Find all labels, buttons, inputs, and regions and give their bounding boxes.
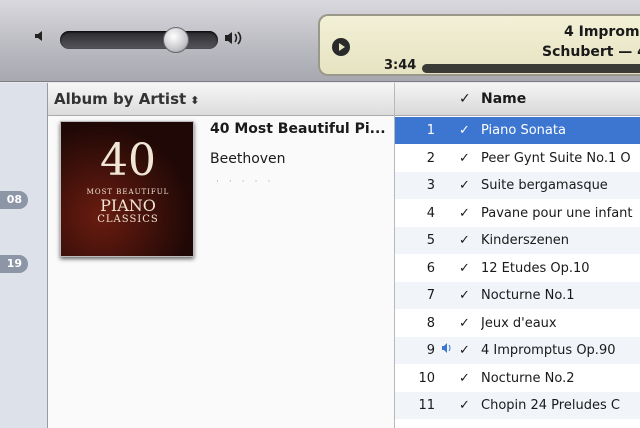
track-name: 4 Impromptus Op.90: [481, 343, 616, 358]
track-name: Piano Sonata: [481, 123, 566, 138]
now-playing-title: 4 Impromp: [564, 24, 640, 40]
track-name: Kinderszenen: [481, 233, 570, 248]
album-title: 40 Most Beautiful Pi...: [210, 121, 386, 137]
track-checkbox[interactable]: ✓: [459, 365, 470, 392]
track-checkbox[interactable]: ✓: [459, 145, 470, 172]
album-artwork[interactable]: 40 MOST BEAUTIFUL PIANO CLASSICS: [60, 121, 194, 257]
track-number: 5: [426, 233, 435, 248]
track-name: Peer Gynt Suite No.1 O: [481, 150, 631, 166]
track-row[interactable]: 8 ✓ Jeux d'eaux: [395, 310, 640, 337]
track-row[interactable]: 2 ✓ Peer Gynt Suite No.1 O: [395, 145, 640, 172]
track-number: 11: [418, 398, 435, 413]
volume-slider[interactable]: [60, 31, 218, 49]
speaker-high-icon: [224, 30, 246, 50]
track-row[interactable]: 1 ✓ Piano Sonata: [395, 117, 640, 144]
track-number: 4: [426, 205, 435, 221]
now-playing-display: 4 Impromp Schubert — 40 3:44: [318, 14, 640, 76]
track-number: 3: [426, 178, 435, 193]
track-name: Pavane pour une infant: [481, 205, 633, 221]
track-checkbox[interactable]: ✓: [459, 392, 470, 419]
name-column-header[interactable]: Name: [481, 83, 526, 116]
track-name: 12 Etudes Op.10: [481, 260, 590, 276]
track-checkbox[interactable]: ✓: [459, 200, 470, 227]
track-name: Chopin 24 Preludes C: [481, 398, 620, 413]
track-number: 10: [418, 370, 435, 386]
speaker-icon: [441, 337, 453, 364]
track-number: 1: [426, 123, 435, 138]
play-icon[interactable]: [332, 38, 350, 56]
track-checkbox[interactable]: ✓: [459, 337, 470, 364]
count-badge: 08: [0, 191, 28, 209]
track-number: 7: [426, 288, 435, 303]
track-row[interactable]: 9 ✓ 4 Impromptus Op.90: [395, 337, 640, 364]
artwork-line2: CLASSICS: [97, 214, 159, 225]
source-list: 08 19: [0, 83, 48, 428]
count-badge: 19: [0, 255, 28, 273]
track-list: ✓ Name 1 ✓ Piano Sonata 2 ✓ Peer Gynt Suite N…: [394, 83, 640, 428]
track-checkbox[interactable]: ✓: [459, 282, 470, 309]
track-checkbox[interactable]: ✓: [459, 255, 470, 282]
track-row[interactable]: 3 ✓ Suite bergamasque: [395, 172, 640, 199]
elapsed-time: 3:44: [384, 58, 417, 73]
track-number: 8: [426, 315, 435, 331]
track-checkbox[interactable]: ✓: [459, 117, 470, 144]
sort-arrows-icon: ⬍: [190, 94, 200, 107]
progress-bar[interactable]: [422, 64, 640, 73]
track-name: Nocturne No.1: [481, 288, 575, 303]
track-name: Nocturne No.2: [481, 370, 575, 386]
track-number: 6: [426, 260, 435, 276]
track-name: Suite bergamasque: [481, 178, 608, 193]
now-playing-artist: Schubert — 40: [542, 44, 640, 60]
track-row[interactable]: 10 ✓ Nocturne No.2: [395, 365, 640, 392]
artwork-number: 40: [100, 135, 156, 186]
speaker-low-icon: [34, 28, 48, 47]
track-checkbox[interactable]: ✓: [459, 227, 470, 254]
track-checkbox[interactable]: ✓: [459, 310, 470, 337]
artwork-subtitle: MOST BEAUTIFUL: [86, 188, 170, 196]
track-name: Jeux d'eaux: [481, 315, 557, 331]
toolbar: 4 Impromp Schubert — 40 3:44: [0, 0, 640, 82]
album-artist: Beethoven: [210, 151, 286, 167]
track-row[interactable]: 5 ✓ Kinderszenen: [395, 227, 640, 254]
track-checkbox[interactable]: ✓: [459, 172, 470, 199]
volume-slider-knob[interactable]: [162, 27, 189, 53]
album-rating[interactable]: ·····: [216, 177, 280, 187]
album-pane: Album by Artist ⬍ 40 MOST BEAUTIFUL PIANO…: [48, 83, 394, 428]
track-number: 9: [426, 343, 435, 358]
sort-header[interactable]: Album by Artist ⬍: [48, 83, 394, 116]
track-list-header: ✓ Name: [395, 83, 640, 116]
check-column-header[interactable]: ✓: [459, 83, 471, 116]
sort-label: Album by Artist: [54, 90, 187, 108]
track-number: 2: [426, 150, 435, 166]
track-row[interactable]: 6 ✓ 12 Etudes Op.10: [395, 255, 640, 282]
track-row[interactable]: 4 ✓ Pavane pour une infant: [395, 200, 640, 227]
artwork-line1: PIANO: [100, 196, 156, 215]
track-row[interactable]: 7 ✓ Nocturne No.1: [395, 282, 640, 309]
track-row[interactable]: 11 ✓ Chopin 24 Preludes C: [395, 392, 640, 419]
